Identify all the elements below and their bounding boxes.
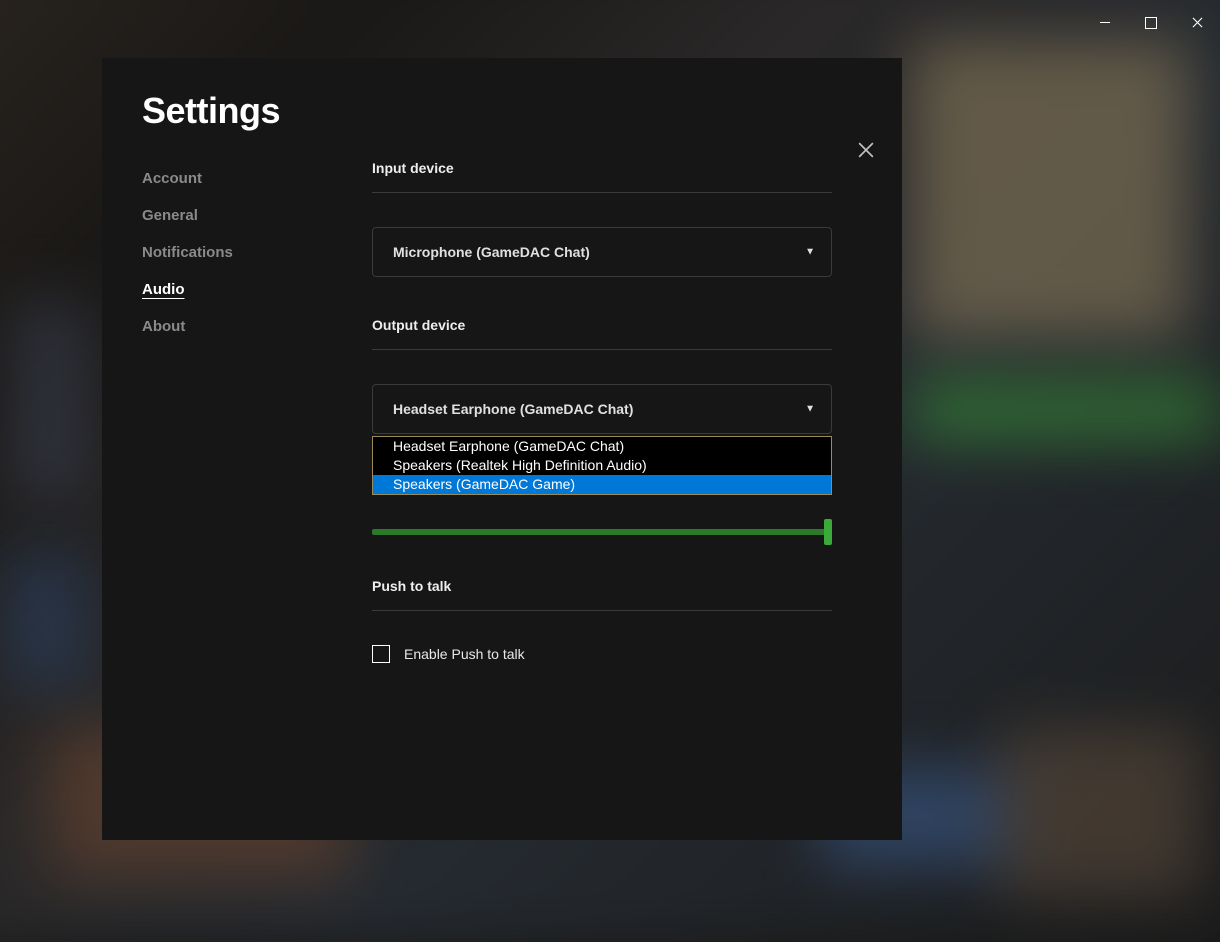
close-icon (1192, 17, 1203, 28)
input-device-select[interactable]: Microphone (GameDAC Chat) ▼ (372, 227, 832, 277)
volume-slider[interactable] (372, 522, 832, 542)
settings-sidebar: Account General Notifications Audio Abou… (102, 152, 332, 834)
input-device-selected-value: Microphone (GameDAC Chat) (393, 244, 590, 260)
output-device-selected-value: Headset Earphone (GameDAC Chat) (393, 401, 633, 417)
dropdown-option-1[interactable]: Speakers (Realtek High Definition Audio) (373, 456, 831, 475)
chevron-down-icon: ▼ (805, 247, 815, 258)
slider-thumb[interactable] (824, 519, 832, 545)
settings-modal: Settings Account General Notifications A… (102, 58, 902, 840)
sidebar-item-account[interactable]: Account (142, 160, 332, 197)
page-title: Settings (142, 90, 902, 132)
push-to-talk-label: Push to talk (372, 578, 832, 611)
dropdown-option-0[interactable]: Headset Earphone (GameDAC Chat) (373, 437, 831, 456)
enable-ptt-label: Enable Push to talk (404, 646, 525, 662)
output-device-dropdown: Headset Earphone (GameDAC Chat) Speakers… (372, 436, 832, 495)
settings-content: Input device Microphone (GameDAC Chat) ▼… (332, 152, 902, 834)
sidebar-item-about[interactable]: About (142, 308, 332, 345)
close-icon (858, 142, 874, 158)
window-maximize-button[interactable] (1128, 7, 1174, 39)
slider-track (372, 529, 832, 535)
enable-ptt-checkbox-row[interactable]: Enable Push to talk (372, 645, 832, 663)
output-device-label: Output device (372, 317, 832, 350)
output-device-select-wrap: Headset Earphone (GameDAC Chat) ▼ Headse… (372, 384, 832, 434)
window-minimize-button[interactable] (1082, 7, 1128, 39)
sidebar-item-general[interactable]: General (142, 197, 332, 234)
enable-ptt-checkbox[interactable] (372, 645, 390, 663)
input-device-label: Input device (372, 160, 832, 193)
window-close-button[interactable] (1174, 7, 1220, 39)
input-device-select-wrap: Microphone (GameDAC Chat) ▼ (372, 227, 832, 277)
output-device-select[interactable]: Headset Earphone (GameDAC Chat) ▼ (372, 384, 832, 434)
modal-close-button[interactable] (858, 142, 878, 162)
sidebar-item-audio[interactable]: Audio (142, 271, 332, 308)
window-titlebar (0, 0, 1220, 45)
chevron-down-icon: ▼ (805, 404, 815, 415)
dropdown-option-2[interactable]: Speakers (GameDAC Game) (373, 475, 831, 494)
sidebar-item-notifications[interactable]: Notifications (142, 234, 332, 271)
